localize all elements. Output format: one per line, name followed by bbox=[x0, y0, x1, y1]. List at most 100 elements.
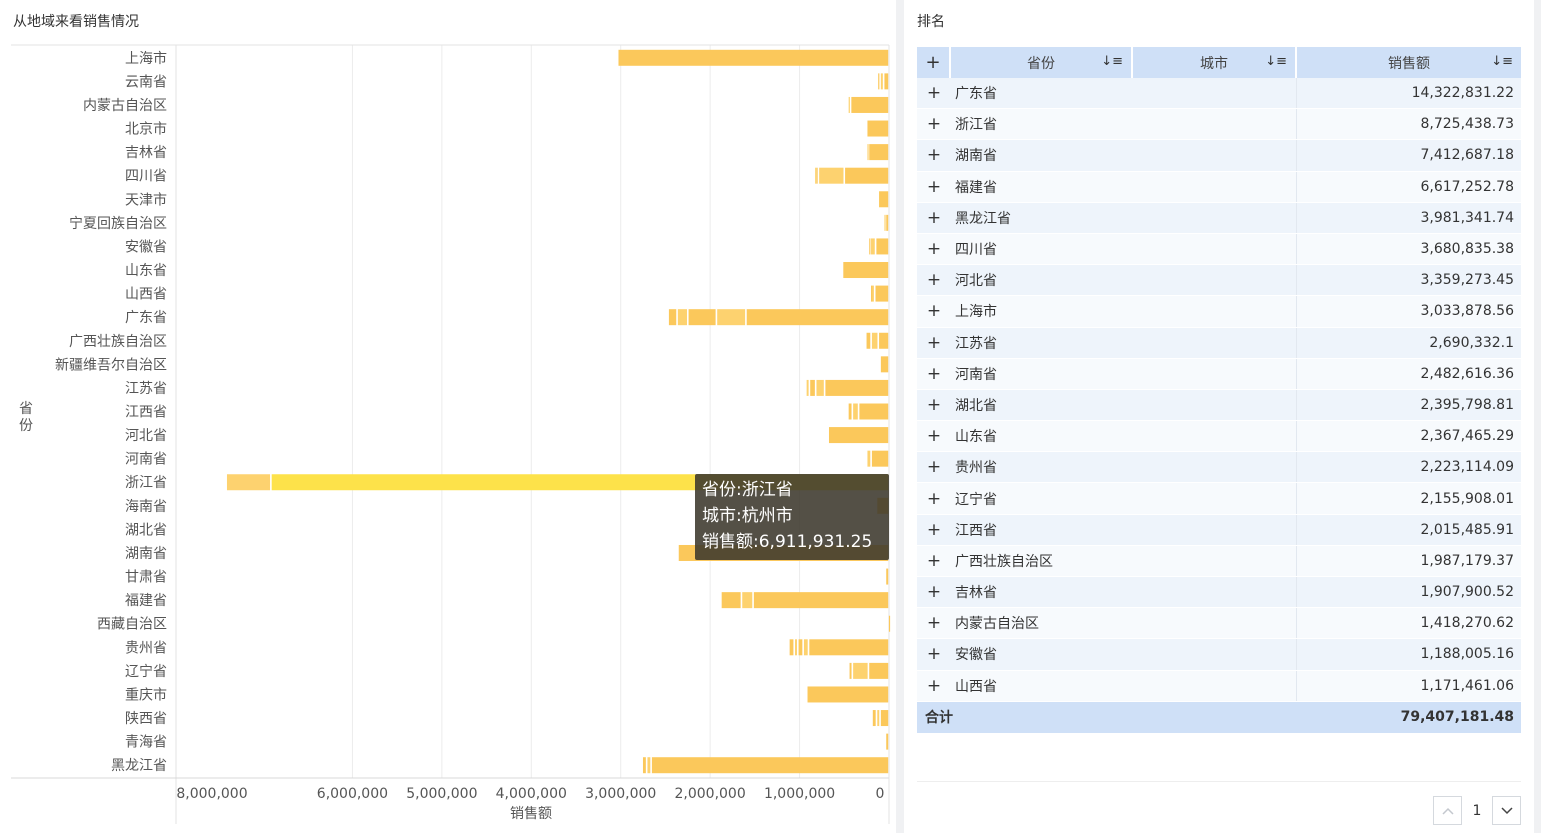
sort-icon[interactable]: ↓≡ bbox=[1101, 54, 1123, 69]
expand-row-icon[interactable]: + bbox=[917, 234, 951, 264]
expand-row-icon[interactable]: + bbox=[917, 296, 951, 326]
expand-row-icon[interactable]: + bbox=[917, 390, 951, 420]
bar-segment bbox=[753, 592, 889, 609]
header-city[interactable]: 城市 ↓≡ bbox=[1133, 47, 1297, 78]
y-tick-label: 安徽省 bbox=[125, 239, 167, 255]
next-page-button[interactable] bbox=[1492, 796, 1521, 825]
sales-cell: 1,171,461.06 bbox=[1420, 677, 1514, 694]
table-row[interactable]: + 浙江省 8,725,438.73 bbox=[917, 109, 1521, 141]
expand-row-icon[interactable]: + bbox=[917, 608, 951, 638]
x-tick-label: 4,000,000 bbox=[496, 786, 567, 802]
bar-segment bbox=[806, 379, 809, 396]
bar-segment bbox=[880, 356, 889, 373]
table-row[interactable]: + 上海市 3,033,878.56 bbox=[917, 296, 1521, 328]
sort-icon[interactable]: ↓≡ bbox=[1491, 54, 1513, 69]
y-tick-label: 宁夏回族自治区 bbox=[69, 215, 167, 232]
bar-segment bbox=[642, 757, 646, 774]
expand-row-icon[interactable]: + bbox=[917, 671, 951, 701]
table-row[interactable]: + 湖南省 7,412,687.18 bbox=[917, 140, 1521, 172]
sales-cell: 2,690,332.1 bbox=[1429, 334, 1514, 351]
bar-segment bbox=[843, 262, 889, 279]
table-row[interactable]: + 吉林省 1,907,900.52 bbox=[917, 577, 1521, 609]
table-row[interactable]: + 四川省 3,680,835.38 bbox=[917, 233, 1521, 266]
y-tick-label: 上海市 bbox=[125, 50, 167, 67]
province-cell: 广东省 bbox=[951, 78, 1297, 109]
expand-row-icon[interactable]: + bbox=[917, 109, 951, 139]
y-tick-label: 北京市 bbox=[125, 121, 167, 138]
sales-cell: 8,725,438.73 bbox=[1420, 116, 1514, 133]
bar-segment bbox=[871, 238, 875, 255]
tooltip-sales: 销售额:6,911,931.25 bbox=[702, 532, 873, 552]
table-row[interactable]: + 山西省 1,171,461.06 bbox=[917, 670, 1521, 702]
table-row[interactable]: + 河南省 2,482,616.36 bbox=[917, 358, 1521, 390]
total-value: 79,407,181.48 bbox=[1400, 709, 1514, 726]
expand-row-icon[interactable]: + bbox=[917, 546, 951, 576]
tooltip-city: 城市:杭州市 bbox=[702, 506, 793, 526]
province-cell: 河南省 bbox=[951, 358, 1297, 389]
table-row[interactable]: + 广东省 14,322,831.22 bbox=[917, 78, 1521, 110]
prev-page-button[interactable] bbox=[1433, 796, 1462, 825]
sales-by-region-panel: 从地域来看销售情况 上海市 云南省 内蒙古自治区 北京市 吉林省 四川省 天津市 宁夏回族自治… bbox=[0, 0, 896, 833]
province-cell: 吉林省 bbox=[951, 577, 1297, 608]
bar-segment bbox=[810, 379, 815, 396]
sales-cell: 3,033,878.56 bbox=[1420, 303, 1514, 320]
bar-segment bbox=[677, 309, 687, 326]
sales-cell: 2,395,798.81 bbox=[1420, 396, 1514, 413]
table-row[interactable]: + 安徽省 1,188,005.16 bbox=[917, 639, 1521, 671]
expand-row-icon[interactable]: + bbox=[917, 421, 951, 451]
table-row[interactable]: + 黑龙江省 3,981,341.74 bbox=[917, 202, 1521, 234]
table-row[interactable]: + 贵州省 2,223,114.09 bbox=[917, 452, 1521, 484]
expand-row-icon[interactable]: + bbox=[917, 483, 951, 513]
bar-segment bbox=[888, 615, 891, 632]
expand-row-icon[interactable]: + bbox=[917, 78, 951, 108]
expand-row-icon[interactable]: + bbox=[917, 328, 951, 358]
expand-row-icon[interactable]: + bbox=[917, 172, 951, 202]
y-tick-label: 河北省 bbox=[125, 428, 167, 444]
province-cell: 福建省 bbox=[951, 171, 1297, 202]
y-tick-label: 贵州省 bbox=[125, 640, 167, 656]
y-tick-label: 江苏省 bbox=[125, 381, 167, 397]
province-cell: 辽宁省 bbox=[951, 483, 1297, 514]
expand-row-icon[interactable]: + bbox=[917, 140, 951, 170]
table-row[interactable]: + 湖北省 2,395,798.81 bbox=[917, 389, 1521, 422]
divider bbox=[917, 781, 1521, 782]
bar-segment bbox=[879, 332, 889, 349]
y-tick-label: 河南省 bbox=[125, 452, 167, 468]
y-tick-label: 广东省 bbox=[125, 310, 167, 326]
header-province[interactable]: 省份 ↓≡ bbox=[951, 47, 1133, 78]
province-cell: 广西壮族自治区 bbox=[951, 545, 1297, 576]
bar-segment bbox=[807, 686, 889, 703]
table-row[interactable]: + 山东省 2,367,465.29 bbox=[917, 421, 1521, 453]
header-sales[interactable]: 销售额 ↓≡ bbox=[1297, 47, 1521, 78]
x-axis-title: 销售额 bbox=[510, 806, 552, 822]
ranking-title: 排名 bbox=[917, 14, 945, 30]
sales-cell: 3,981,341.74 bbox=[1420, 209, 1514, 226]
sort-icon[interactable]: ↓≡ bbox=[1265, 54, 1287, 69]
expand-row-icon[interactable]: + bbox=[917, 265, 951, 295]
table-row[interactable]: + 河北省 3,359,273.45 bbox=[917, 265, 1521, 297]
expand-row-icon[interactable]: + bbox=[917, 515, 951, 545]
table-row[interactable]: + 辽宁省 2,155,908.01 bbox=[917, 483, 1521, 515]
table-row[interactable]: + 广西壮族自治区 1,987,179.37 bbox=[917, 545, 1521, 577]
y-tick-label: 天津市 bbox=[125, 191, 167, 208]
bar-segment bbox=[867, 450, 871, 467]
bar-segment bbox=[815, 167, 817, 184]
expand-all-icon[interactable]: + bbox=[917, 47, 951, 78]
province-cell: 四川省 bbox=[951, 233, 1297, 265]
expand-row-icon[interactable]: + bbox=[917, 452, 951, 482]
bar-segment bbox=[879, 191, 889, 208]
table-row[interactable]: + 内蒙古自治区 1,418,270.62 bbox=[917, 608, 1521, 640]
expand-row-icon[interactable]: + bbox=[917, 203, 951, 233]
bar-segment bbox=[886, 214, 889, 231]
table-row[interactable]: + 福建省 6,617,252.78 bbox=[917, 171, 1521, 203]
table-row[interactable]: + 江西省 2,015,485.91 bbox=[917, 514, 1521, 546]
bar-segment bbox=[789, 639, 794, 656]
table-row[interactable]: + 江苏省 2,690,332.1 bbox=[917, 327, 1521, 359]
table-body: + 广东省 14,322,831.22 + 浙江省 8,725,438.73 + 湖南省 7,4… bbox=[917, 78, 1521, 702]
province-cell: 贵州省 bbox=[951, 452, 1297, 483]
expand-row-icon[interactable]: + bbox=[917, 639, 951, 669]
province-cell: 江苏省 bbox=[951, 327, 1297, 358]
expand-row-icon[interactable]: + bbox=[917, 577, 951, 607]
expand-row-icon[interactable]: + bbox=[917, 359, 951, 389]
ranking-table: + 省份 ↓≡ 城市 ↓≡ 销售额 ↓≡ + 广东省 14,322,831.22 + 浙… bbox=[917, 47, 1521, 733]
